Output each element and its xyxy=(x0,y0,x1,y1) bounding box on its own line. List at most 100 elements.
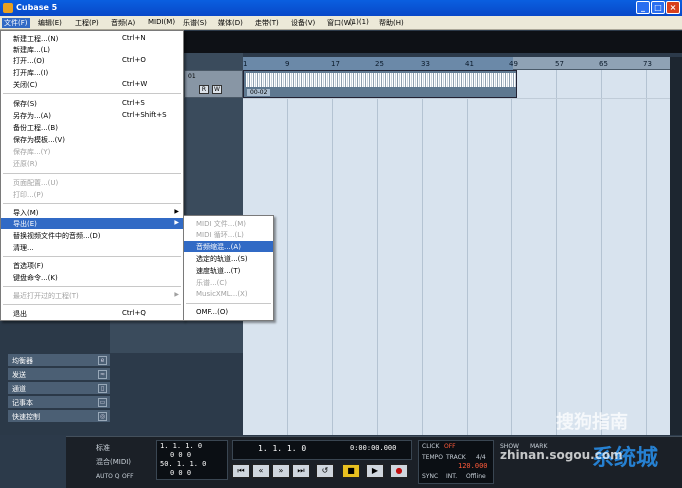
grid-line xyxy=(646,70,647,435)
submenu-item-selected-tracks[interactable]: 选定的轨道...(S) xyxy=(184,253,273,264)
record-mode-select[interactable]: 标准 xyxy=(96,443,110,453)
cycle-mode-select[interactable]: 混合(MIDI) xyxy=(96,457,131,467)
submenu-item-scores[interactable]: 乐谱...(C) xyxy=(184,277,273,288)
menu-audio[interactable]: 音频(A) xyxy=(111,18,135,28)
play-button[interactable]: ▶ xyxy=(366,464,384,478)
inspector-label: 均衡器 xyxy=(12,357,33,365)
menu-transport[interactable]: 走带(T) xyxy=(255,18,279,28)
secondary-time-display[interactable]: 0:00:00.000 xyxy=(350,444,396,452)
minimize-button[interactable]: _ xyxy=(636,1,650,14)
inspector-notepad[interactable]: 记事本 ▭ xyxy=(8,396,110,409)
record-button[interactable]: ● xyxy=(390,464,408,478)
menu-help[interactable]: 帮助(H) xyxy=(379,18,404,28)
maximize-button[interactable]: □ xyxy=(651,1,665,14)
right-locator[interactable]: 50. 1. 1. 0 xyxy=(160,460,206,468)
menu-item-preferences[interactable]: 首选项(F) xyxy=(1,260,183,271)
auto-quantize-label[interactable]: AUTO Q xyxy=(96,473,120,480)
menu-devices[interactable]: 设备(V) xyxy=(291,18,315,28)
ruler-tick: 41 xyxy=(465,60,474,68)
submenu-item-omf[interactable]: OMF...(O) xyxy=(184,307,273,318)
menu-item-revert[interactable]: 还原(R) xyxy=(1,158,183,169)
grid-line xyxy=(601,70,602,435)
submenu-item-musicxml[interactable]: MusicXML...(X) xyxy=(184,289,273,300)
inspector-channel[interactable]: 通道 ▯ xyxy=(8,382,110,395)
tempo-track-label: TRACK xyxy=(446,454,466,461)
menu-project[interactable]: 工程(P) xyxy=(75,18,99,28)
go-to-end-button[interactable]: ⏭ xyxy=(292,464,310,478)
timeline-ruler[interactable]: 1 9 17 25 33 41 49 57 65 73 xyxy=(243,57,670,70)
vertical-scrollbar[interactable] xyxy=(670,57,682,435)
tempo-toggle[interactable]: TEMPO xyxy=(422,454,443,461)
menu-item-cleanup[interactable]: 清理... xyxy=(1,242,183,253)
inspector-sends[interactable]: 发送 ≈ xyxy=(8,368,110,381)
submenu-item-midi-file[interactable]: MIDI 文件...(M) xyxy=(184,218,273,229)
grid-line xyxy=(467,70,468,435)
tempo-value[interactable]: 120.000 xyxy=(458,462,488,470)
menu-item-print[interactable]: 打印...(P) xyxy=(1,189,183,200)
close-button[interactable]: × xyxy=(666,1,680,14)
rewind-button[interactable]: « xyxy=(252,464,270,478)
audio-track-header[interactable]: 01 R W xyxy=(184,70,243,98)
menu-scores[interactable]: 乐谱(S) xyxy=(183,18,207,28)
menu-item-open-library[interactable]: 打开库...(I) xyxy=(1,67,183,78)
go-to-start-button[interactable]: ⏮ xyxy=(232,464,250,478)
menu-item-page-setup[interactable]: 页面配置...(U) xyxy=(1,177,183,188)
eq-icon: e xyxy=(98,356,107,365)
track-divider xyxy=(243,98,670,99)
primary-time-display[interactable]: 1. 1. 1. 0 xyxy=(258,444,306,453)
stop-button[interactable]: ■ xyxy=(342,464,360,478)
menu-item-new-project[interactable]: 新建工程...(N) Ctrl+N xyxy=(1,33,183,44)
menu-workspace[interactable]: (1)(1) xyxy=(349,18,369,26)
menu-item-open[interactable]: 打开...(O) Ctrl+O xyxy=(1,55,183,66)
menu-item-export[interactable]: 导出(E) ▶ xyxy=(1,218,183,229)
submenu-item-midi-loop[interactable]: MIDI 循环...(L) xyxy=(184,229,273,240)
sync-toggle[interactable]: SYNC xyxy=(422,473,438,480)
ruler-tick: 57 xyxy=(555,60,564,68)
menu-edit[interactable]: 编辑(E) xyxy=(38,18,62,28)
title-bar: Cubase 5 _ □ × xyxy=(0,0,682,16)
menu-media[interactable]: 媒体(D) xyxy=(218,18,243,28)
right-locator-sub: 0 0 0 xyxy=(170,469,192,477)
menu-item-replace-video-audio[interactable]: 替换视频文件中的音频...(D) xyxy=(1,230,183,241)
menu-item-close[interactable]: 关闭(C) Ctrl+W xyxy=(1,79,183,90)
submenu-arrow-icon: ▶ xyxy=(174,219,179,226)
inspector-label: 记事本 xyxy=(12,399,33,407)
time-signature[interactable]: 4/4 xyxy=(476,454,486,461)
inspector-label: 快速控制 xyxy=(12,413,40,421)
read-automation-button[interactable]: R xyxy=(199,85,209,94)
menu-item-recent-projects[interactable]: 最近打开过的工程(T) ▶ xyxy=(1,290,183,301)
submenu-item-audio-mixdown[interactable]: 音频缩混...(A) xyxy=(184,241,273,252)
waveform xyxy=(246,73,516,87)
inspector-eq[interactable]: 均衡器 e xyxy=(8,354,110,367)
menu-item-exit[interactable]: 退出 Ctrl+Q xyxy=(1,308,183,319)
menu-separator xyxy=(3,203,181,204)
click-toggle[interactable]: CLICK xyxy=(422,443,439,450)
event-display[interactable] xyxy=(243,70,670,435)
write-automation-button[interactable]: W xyxy=(212,85,222,94)
menu-item-save-template[interactable]: 保存为模板...(V) xyxy=(1,134,183,145)
menu-item-save-library[interactable]: 保存库...(Y) xyxy=(1,146,183,157)
track-number: 01 xyxy=(188,73,196,80)
fast-forward-button[interactable]: » xyxy=(272,464,290,478)
menu-separator xyxy=(186,303,271,304)
left-locator[interactable]: 1. 1. 1. 0 xyxy=(160,442,202,450)
menu-file[interactable]: 文件(F) xyxy=(2,18,30,28)
menu-item-key-commands[interactable]: 键盘命令...(K) xyxy=(1,272,183,283)
cubase-app-icon xyxy=(3,3,13,13)
menu-item-save-as[interactable]: 另存为...(A) Ctrl+Shift+S xyxy=(1,110,183,121)
inspector-quick-controls[interactable]: 快速控制 ◎ xyxy=(8,410,110,423)
ruler-tick: 1 xyxy=(243,60,248,68)
ruler-tick: 65 xyxy=(599,60,608,68)
menu-item-backup-project[interactable]: 备份工程...(B) xyxy=(1,122,183,133)
menu-item-new-library[interactable]: 新建库...(L) xyxy=(1,44,183,55)
menu-midi[interactable]: MIDI(M) xyxy=(148,18,175,26)
menu-item-save[interactable]: 保存(S) Ctrl+S xyxy=(1,98,183,109)
export-submenu: MIDI 文件...(M) MIDI 循环...(L) 音频缩混...(A) 选… xyxy=(183,215,274,321)
submenu-arrow-icon: ▶ xyxy=(174,291,179,298)
menu-item-import[interactable]: 导入(M) ▶ xyxy=(1,207,183,218)
cycle-button[interactable]: ↺ xyxy=(316,464,334,478)
auto-quantize-state: OFF xyxy=(122,473,134,480)
menu-separator xyxy=(3,304,181,305)
audio-event[interactable]: 00-02 xyxy=(243,70,517,98)
submenu-item-tempo-track[interactable]: 速度轨道...(T) xyxy=(184,265,273,276)
